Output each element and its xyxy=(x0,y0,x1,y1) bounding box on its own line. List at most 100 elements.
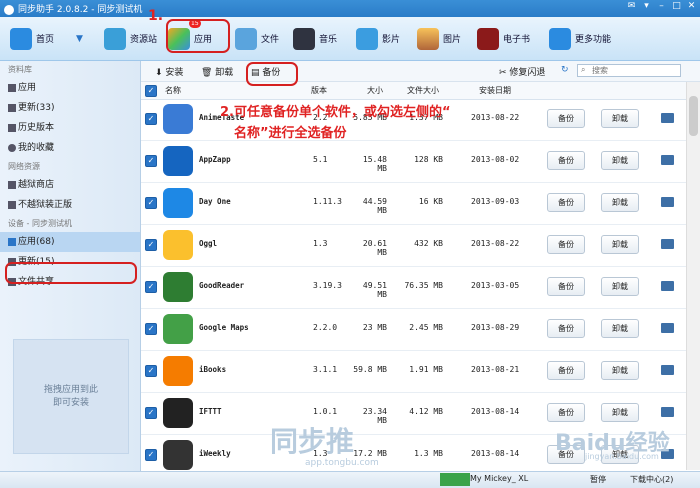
app-name: AppZapp xyxy=(199,155,231,164)
annotation-step2-line1: 2.可任意备份单个软件，或勾选左侧的“ xyxy=(220,105,451,120)
drop-zone[interactable]: 拖拽应用到此 即可安装 xyxy=(13,339,129,454)
table-row[interactable]: ✓ AppZapp 5.1 15.48 MB 128 KB 2013-08-02 备份 卸载 xyxy=(141,141,686,183)
row-backup-button[interactable]: 备份 xyxy=(547,277,585,296)
minimize-icon[interactable]: – xyxy=(657,2,666,11)
chevron-down-icon[interactable]: ▼ xyxy=(76,34,83,44)
menu-icon[interactable]: ▾ xyxy=(642,2,651,11)
sidebar-item-favorites[interactable]: 我的收藏 xyxy=(0,138,140,158)
row-uninstall-button[interactable]: 卸载 xyxy=(601,277,639,296)
app-version: 1.3 xyxy=(313,239,328,248)
toolbar-photos[interactable]: 图片 xyxy=(417,17,461,60)
search-input[interactable] xyxy=(577,64,681,77)
watermark-brand: 同步推 xyxy=(270,425,355,458)
row-backup-button[interactable]: 备份 xyxy=(547,151,585,170)
table-row[interactable]: ✓ GoodReader 3.19.3 49.51 MB 76.35 MB 2013-03… xyxy=(141,267,686,309)
folder-icon[interactable] xyxy=(661,323,674,333)
toolbar-home[interactable]: 首页 ▼ xyxy=(10,17,83,60)
watermark-jingyan: jingyan.baidu.com xyxy=(585,452,659,461)
row-checkbox[interactable]: ✓ xyxy=(145,281,157,293)
row-uninstall-button[interactable]: 卸载 xyxy=(601,193,639,212)
install-icon: ⬇ xyxy=(155,68,166,78)
title-bar: 同步助手 2.0.8.2 - 同步测试机 ✉ ▾ – □ ✕ xyxy=(0,0,700,17)
install-button[interactable]: ⬇ 安装 xyxy=(155,65,183,78)
app-size: 20.61 MB xyxy=(362,239,387,257)
folder-icon[interactable] xyxy=(661,281,674,291)
folder-icon[interactable] xyxy=(661,239,674,249)
row-uninstall-button[interactable]: 卸载 xyxy=(601,361,639,380)
folder-icon[interactable] xyxy=(661,407,674,417)
sidebar-item-jailbreak-store[interactable]: 越狱商店 xyxy=(0,175,140,195)
row-backup-button[interactable]: 备份 xyxy=(547,319,585,338)
feedback-icon[interactable]: ✉ xyxy=(627,2,636,11)
row-checkbox[interactable]: ✓ xyxy=(145,365,157,377)
sidebar-item-updates[interactable]: 更新(33) xyxy=(0,98,140,118)
table-header: ✓ 名称 版本 大小 文件大小 安装日期 xyxy=(141,82,686,100)
toolbar-ebooks[interactable]: 电子书 xyxy=(477,17,530,60)
row-checkbox[interactable]: ✓ xyxy=(145,407,157,419)
section-library: 资料库 xyxy=(8,65,32,74)
app-table: ✓ AnimeTaste 2.2 5.85 MB 1.37 MB 2013-08-22 备份… xyxy=(141,99,686,477)
app-size: 49.51 MB xyxy=(362,281,387,299)
row-uninstall-button[interactable]: 卸载 xyxy=(601,403,639,422)
app-size: 15.48 MB xyxy=(362,155,387,173)
action-bar: ⬇ 安装 🗑 卸载 ▤ 备份 ✂ 修复闪退 ↻ ⌕ xyxy=(141,61,700,82)
app-name: IFTTT xyxy=(199,407,222,416)
toolbar-video[interactable]: 影片 xyxy=(356,17,400,60)
refresh-icon[interactable]: ↻ xyxy=(561,65,569,75)
app-size: 44.59 MB xyxy=(362,197,387,215)
app-name: iBooks xyxy=(199,365,227,374)
row-backup-button[interactable]: 备份 xyxy=(547,403,585,422)
header-version[interactable]: 版本 xyxy=(311,85,327,96)
row-checkbox[interactable]: ✓ xyxy=(145,197,157,209)
row-checkbox[interactable]: ✓ xyxy=(145,449,157,461)
maximize-icon[interactable]: □ xyxy=(672,2,681,11)
folder-icon[interactable] xyxy=(661,197,674,207)
table-row[interactable]: ✓ Day One 1.11.3 44.59 MB 16 KB 2013-09-03 备份卸… xyxy=(141,183,686,225)
row-uninstall-button[interactable]: 卸载 xyxy=(601,319,639,338)
header-name[interactable]: 名称 xyxy=(165,85,181,96)
row-backup-button[interactable]: 备份 xyxy=(547,235,585,254)
toolbar-more[interactable]: 更多功能 xyxy=(549,17,611,60)
uninstall-button[interactable]: 🗑 卸载 xyxy=(201,65,233,78)
scrollbar[interactable] xyxy=(686,82,700,470)
row-backup-button[interactable]: 备份 xyxy=(547,109,585,128)
table-row[interactable]: ✓ Oggl 1.3 20.61 MB 432 KB 2013-08-22 备份 卸载 xyxy=(141,225,686,267)
row-checkbox[interactable]: ✓ xyxy=(145,323,157,335)
repair-crash-button[interactable]: ✂ 修复闪退 xyxy=(499,65,545,78)
folder-icon[interactable] xyxy=(661,113,674,123)
row-uninstall-button[interactable]: 卸载 xyxy=(601,151,639,170)
table-row[interactable]: ✓ Google Maps 2.2.0 23 MB 2.45 MB 2013-08-29 备… xyxy=(141,309,686,351)
row-backup-button[interactable]: 备份 xyxy=(547,361,585,380)
header-doc-size[interactable]: 文件大小 xyxy=(407,85,439,96)
row-checkbox[interactable]: ✓ xyxy=(145,113,157,125)
sidebar-item-apps[interactable]: 应用 xyxy=(0,78,140,98)
close-icon[interactable]: ✕ xyxy=(687,2,696,11)
sidebar-item-device-apps[interactable]: 应用(68) xyxy=(0,232,140,252)
row-backup-button[interactable]: 备份 xyxy=(547,193,585,212)
row-uninstall-button[interactable]: 卸载 xyxy=(601,109,639,128)
sidebar-item-history[interactable]: 历史版本 xyxy=(0,118,140,138)
lock-icon xyxy=(8,201,16,209)
app-name: Oggl xyxy=(199,239,218,248)
toolbar-music[interactable]: 音乐 xyxy=(293,17,337,60)
sidebar-item-genuine[interactable]: 不越狱装正版 xyxy=(0,195,140,215)
row-checkbox[interactable]: ✓ xyxy=(145,239,157,251)
folder-icon[interactable] xyxy=(661,155,674,165)
header-size[interactable]: 大小 xyxy=(367,85,383,96)
app-name: iWeekly xyxy=(199,449,231,458)
header-date[interactable]: 安装日期 xyxy=(479,85,511,96)
row-uninstall-button[interactable]: 卸载 xyxy=(601,235,639,254)
scroll-thumb[interactable] xyxy=(689,96,698,136)
row-checkbox[interactable]: ✓ xyxy=(145,155,157,167)
folder-icon[interactable] xyxy=(661,365,674,375)
select-all-checkbox[interactable]: ✓ xyxy=(145,85,157,97)
table-row[interactable]: ✓ iBooks 3.1.1 59.8 MB 1.91 MB 2013-08-21 备份 卸载 xyxy=(141,351,686,393)
toolbar-files[interactable]: 文件 xyxy=(235,17,279,60)
app-doc-size: 1.91 MB xyxy=(409,365,443,374)
music-icon xyxy=(293,27,315,50)
app-version: 3.19.3 xyxy=(313,281,342,290)
app-install-date: 2013-08-22 xyxy=(471,239,520,248)
pause-button[interactable]: 暂停 xyxy=(590,474,606,485)
download-center-link[interactable]: 下载中心(2) xyxy=(630,474,673,485)
section-device: 设备 - 同步测试机 xyxy=(8,219,72,228)
